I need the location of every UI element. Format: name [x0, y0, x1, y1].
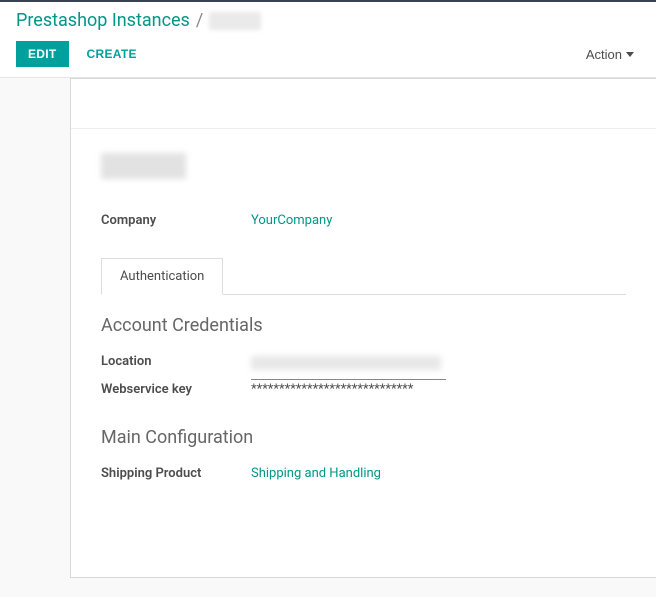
webservice-key-label: Webservice key: [101, 382, 251, 397]
company-value[interactable]: YourCompany: [251, 213, 332, 228]
shipping-product-value[interactable]: Shipping and Handling: [251, 466, 381, 481]
breadcrumb-current: [209, 12, 261, 30]
form-card: Company YourCompany Authentication Accou…: [70, 78, 656, 578]
toolbar-left: Edit Create: [16, 41, 147, 67]
edit-button[interactable]: Edit: [16, 41, 69, 67]
webservice-key-value: *****************************: [251, 382, 413, 397]
shipping-product-label: Shipping Product: [101, 466, 251, 481]
company-label: Company: [101, 213, 251, 228]
breadcrumb: Prestashop Instances /: [16, 10, 640, 31]
breadcrumb-root-link[interactable]: Prestashop Instances: [16, 10, 190, 31]
header-area: Prestashop Instances / Edit Create Actio…: [0, 2, 656, 78]
section-main-configuration: Main Configuration: [101, 427, 626, 448]
action-label: Action: [586, 47, 622, 62]
field-webservice-key: Webservice key *************************…: [101, 382, 626, 397]
section-account-credentials: Account Credentials: [101, 315, 626, 336]
field-shipping-product: Shipping Product Shipping and Handling: [101, 466, 626, 481]
action-dropdown[interactable]: Action: [580, 43, 640, 66]
card-top-spacer: [71, 79, 656, 129]
card-body: Company YourCompany Authentication Accou…: [71, 129, 656, 515]
tabs: Authentication: [101, 258, 626, 295]
create-button[interactable]: Create: [77, 41, 147, 67]
field-company: Company YourCompany: [101, 213, 626, 228]
content-wrap: Company YourCompany Authentication Accou…: [0, 78, 656, 578]
location-value: [251, 354, 471, 372]
location-label: Location: [101, 354, 251, 372]
chevron-down-icon: [626, 52, 634, 57]
tab-authentication[interactable]: Authentication: [101, 258, 223, 295]
breadcrumb-separator: /: [196, 10, 203, 31]
field-location: Location: [101, 354, 626, 372]
record-title: [101, 153, 186, 179]
toolbar: Edit Create Action: [16, 41, 640, 67]
